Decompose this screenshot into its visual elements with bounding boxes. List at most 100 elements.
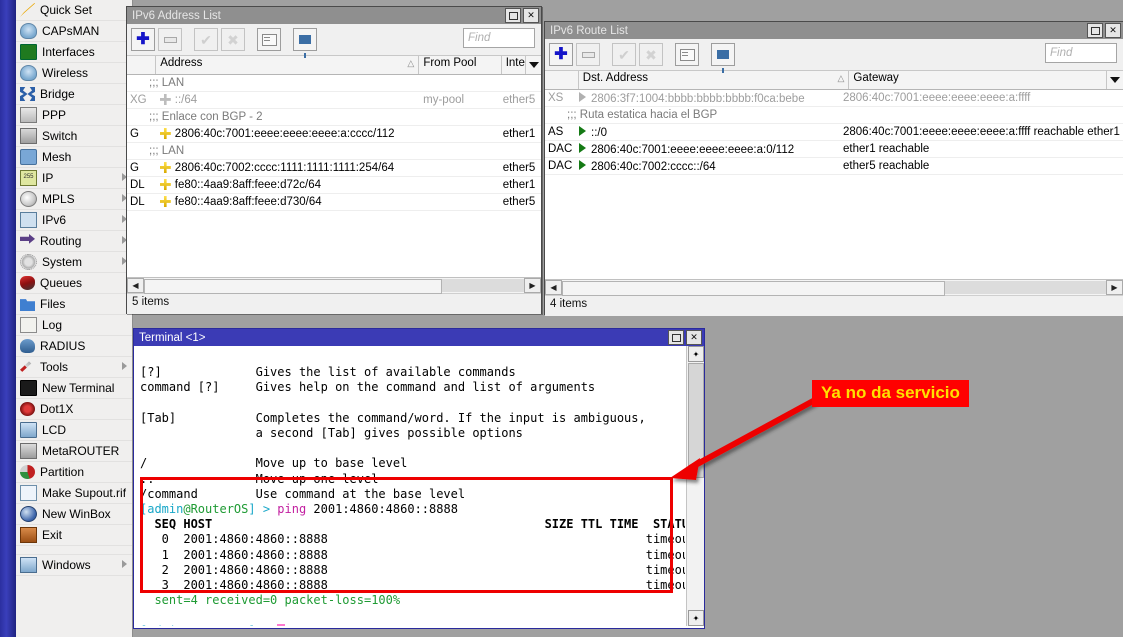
sidebar-item-mpls[interactable]: MPLS <box>16 189 132 210</box>
filter-button[interactable] <box>293 28 317 51</box>
remove-button[interactable] <box>158 28 182 51</box>
comment-button[interactable] <box>675 43 699 66</box>
search-input[interactable]: Find <box>463 28 535 48</box>
scrollbar-thumb[interactable] <box>144 279 442 294</box>
sidebar-item-new-terminal[interactable]: New Terminal <box>16 378 132 399</box>
remove-button[interactable] <box>576 43 600 66</box>
enable-button[interactable]: ✔ <box>194 28 218 51</box>
sidebar-item-switch[interactable]: Switch <box>16 126 132 147</box>
sidebar-item-ipv6[interactable]: IPv6 <box>16 210 132 231</box>
row-flags: DL <box>127 196 157 208</box>
sidebar-item-files[interactable]: Files <box>16 294 132 315</box>
disable-button[interactable]: ✖ <box>221 28 245 51</box>
search-input[interactable]: Find <box>1045 43 1117 63</box>
table-row[interactable]: AS ::/0 2806:40c:7001:eeee:eeee:eeee:a:f… <box>545 124 1123 141</box>
scrollbar-track[interactable] <box>144 279 524 292</box>
sidebar-item-wireless[interactable]: Wireless <box>16 63 132 84</box>
terminal-output-area[interactable]: [?] Gives the list of available commands… <box>134 346 685 626</box>
scrollbar-track[interactable] <box>562 281 1106 294</box>
table-row[interactable]: DAC 2806:40c:7001:eeee:eeee:eeee:a:0/112… <box>545 141 1123 158</box>
table-row[interactable]: XS 2806:3f7:1004:bbbb:bbbb:bbbb:f0ca:beb… <box>545 90 1123 107</box>
sidebar-item-dot1x[interactable]: Dot1X <box>16 399 132 420</box>
scroll-up-icon[interactable]: ✦ <box>688 346 704 362</box>
row-gateway: ether1 reachable <box>840 143 1123 155</box>
table-row[interactable]: DAC 2806:40c:7002:cccc::/64 ether5 reach… <box>545 158 1123 175</box>
table-row[interactable]: G 2806:40c:7001:eeee:eeee:eeee:a:cccc/11… <box>127 126 541 143</box>
sidebar-item-capsman[interactable]: CAPsMAN <box>16 21 132 42</box>
horizontal-scrollbar[interactable]: ◀ ▶ <box>127 277 541 293</box>
sidebar-item-log[interactable]: Log <box>16 315 132 336</box>
column-header-gateway[interactable]: Gateway <box>849 71 1107 89</box>
table-row[interactable]: ;;; LAN <box>127 75 541 92</box>
column-header-from-pool[interactable]: From Pool <box>419 56 501 74</box>
scroll-right-icon[interactable]: ▶ <box>524 278 541 293</box>
column-header-dst-address[interactable]: Dst. Address△ <box>579 71 850 89</box>
sidebar-item-windows[interactable]: Windows <box>16 555 132 576</box>
sidebar-item-partition[interactable]: Partition <box>16 462 132 483</box>
window-titlebar[interactable]: IPv6 Address List ✕ <box>127 7 541 24</box>
sidebar-item-label: MPLS <box>42 192 75 206</box>
disable-button[interactable]: ✖ <box>639 43 663 66</box>
table-row[interactable]: G 2806:40c:7002:cccc:1111:1111:1111:254/… <box>127 160 541 177</box>
scrollbar-thumb[interactable] <box>562 281 945 296</box>
close-icon[interactable]: ✕ <box>1105 23 1121 38</box>
terminal-window[interactable]: Terminal <1> ✕ [?] Gives the list of ava… <box>133 328 705 629</box>
sidebar-item-label: Tools <box>40 360 68 374</box>
filter-button[interactable] <box>711 43 735 66</box>
row-flags: G <box>127 128 157 140</box>
sidebar-item-quick-set[interactable]: Quick Set <box>16 0 132 21</box>
scroll-right-icon[interactable]: ▶ <box>1106 280 1123 295</box>
table-row[interactable]: ;;; Ruta estatica hacia el BGP <box>545 107 1123 124</box>
sidebar-item-system[interactable]: System <box>16 252 132 273</box>
sidebar-item-exit[interactable]: Exit <box>16 525 132 546</box>
sidebar-item-metarouter[interactable]: MetaROUTER <box>16 441 132 462</box>
sidebar-item-mesh[interactable]: Mesh <box>16 147 132 168</box>
scroll-left-icon[interactable]: ◀ <box>545 280 562 295</box>
row-from-pool: my-pool <box>420 94 500 106</box>
table-row[interactable]: XG ::/64 my-pool ether5 <box>127 92 541 109</box>
close-icon[interactable]: ✕ <box>523 8 539 23</box>
add-button[interactable]: ✚ <box>131 28 155 51</box>
sidebar-item-ip[interactable]: 255IP <box>16 168 132 189</box>
sidebar-item-label: Mesh <box>42 150 71 164</box>
maximize-button[interactable] <box>668 330 684 345</box>
table-row[interactable]: ;;; LAN <box>127 143 541 160</box>
column-label: From Pool <box>423 57 476 69</box>
column-menu-button[interactable] <box>526 56 541 74</box>
column-menu-button[interactable] <box>1107 71 1123 89</box>
ipv6-route-list-window[interactable]: IPv6 Route List ✕ ✚ ✔ ✖ Find Dst. Addres… <box>544 21 1123 315</box>
sidebar-item-radius[interactable]: RADIUS <box>16 336 132 357</box>
scroll-left-icon[interactable]: ◀ <box>127 278 144 293</box>
ipv6-address-list-window[interactable]: IPv6 Address List ✕ ✚ ✔ ✖ Find Address△ … <box>126 6 542 314</box>
horizontal-scrollbar[interactable]: ◀ ▶ <box>545 279 1123 295</box>
mpls-icon <box>20 191 37 207</box>
table-row[interactable]: DL fe80::4aa9:8aff:feee:d730/64 ether5 <box>127 194 541 211</box>
column-header-address[interactable]: Address△ <box>156 56 419 74</box>
column-header-flags[interactable] <box>545 71 579 89</box>
sidebar-item-new-winbox[interactable]: New WinBox <box>16 504 132 525</box>
scroll-down-icon[interactable]: ✦ <box>688 610 704 626</box>
sidebar-item-lcd[interactable]: LCD <box>16 420 132 441</box>
sidebar-item-bridge[interactable]: Bridge <box>16 84 132 105</box>
maximize-button[interactable] <box>505 8 521 23</box>
sidebar-item-ppp[interactable]: PPP <box>16 105 132 126</box>
sidebar-item-label: Partition <box>40 465 84 479</box>
sidebar-item-queues[interactable]: Queues <box>16 273 132 294</box>
window-titlebar[interactable]: IPv6 Route List ✕ <box>545 22 1123 39</box>
sidebar-item-routing[interactable]: Routing <box>16 231 132 252</box>
exit-icon <box>20 527 37 543</box>
maximize-button[interactable] <box>1087 23 1103 38</box>
column-header-interface[interactable]: Interf <box>502 56 527 74</box>
sidebar-item-tools[interactable]: Tools <box>16 357 132 378</box>
sidebar-item-make-supout[interactable]: Make Supout.rif <box>16 483 132 504</box>
column-header-flags[interactable] <box>127 56 156 74</box>
enable-button[interactable]: ✔ <box>612 43 636 66</box>
table-row[interactable]: DL fe80::4aa9:8aff:feee:d72c/64 ether1 <box>127 177 541 194</box>
close-icon[interactable]: ✕ <box>686 330 702 345</box>
comment-button[interactable] <box>257 28 281 51</box>
window-titlebar[interactable]: Terminal <1> ✕ <box>134 329 704 346</box>
sidebar-item-interfaces[interactable]: Interfaces <box>16 42 132 63</box>
row-address: 2806:40c:7002:cccc:1111:1111:1111:254/64 <box>157 162 420 174</box>
add-button[interactable]: ✚ <box>549 43 573 66</box>
table-row[interactable]: ;;; Enlace con BGP - 2 <box>127 109 541 126</box>
